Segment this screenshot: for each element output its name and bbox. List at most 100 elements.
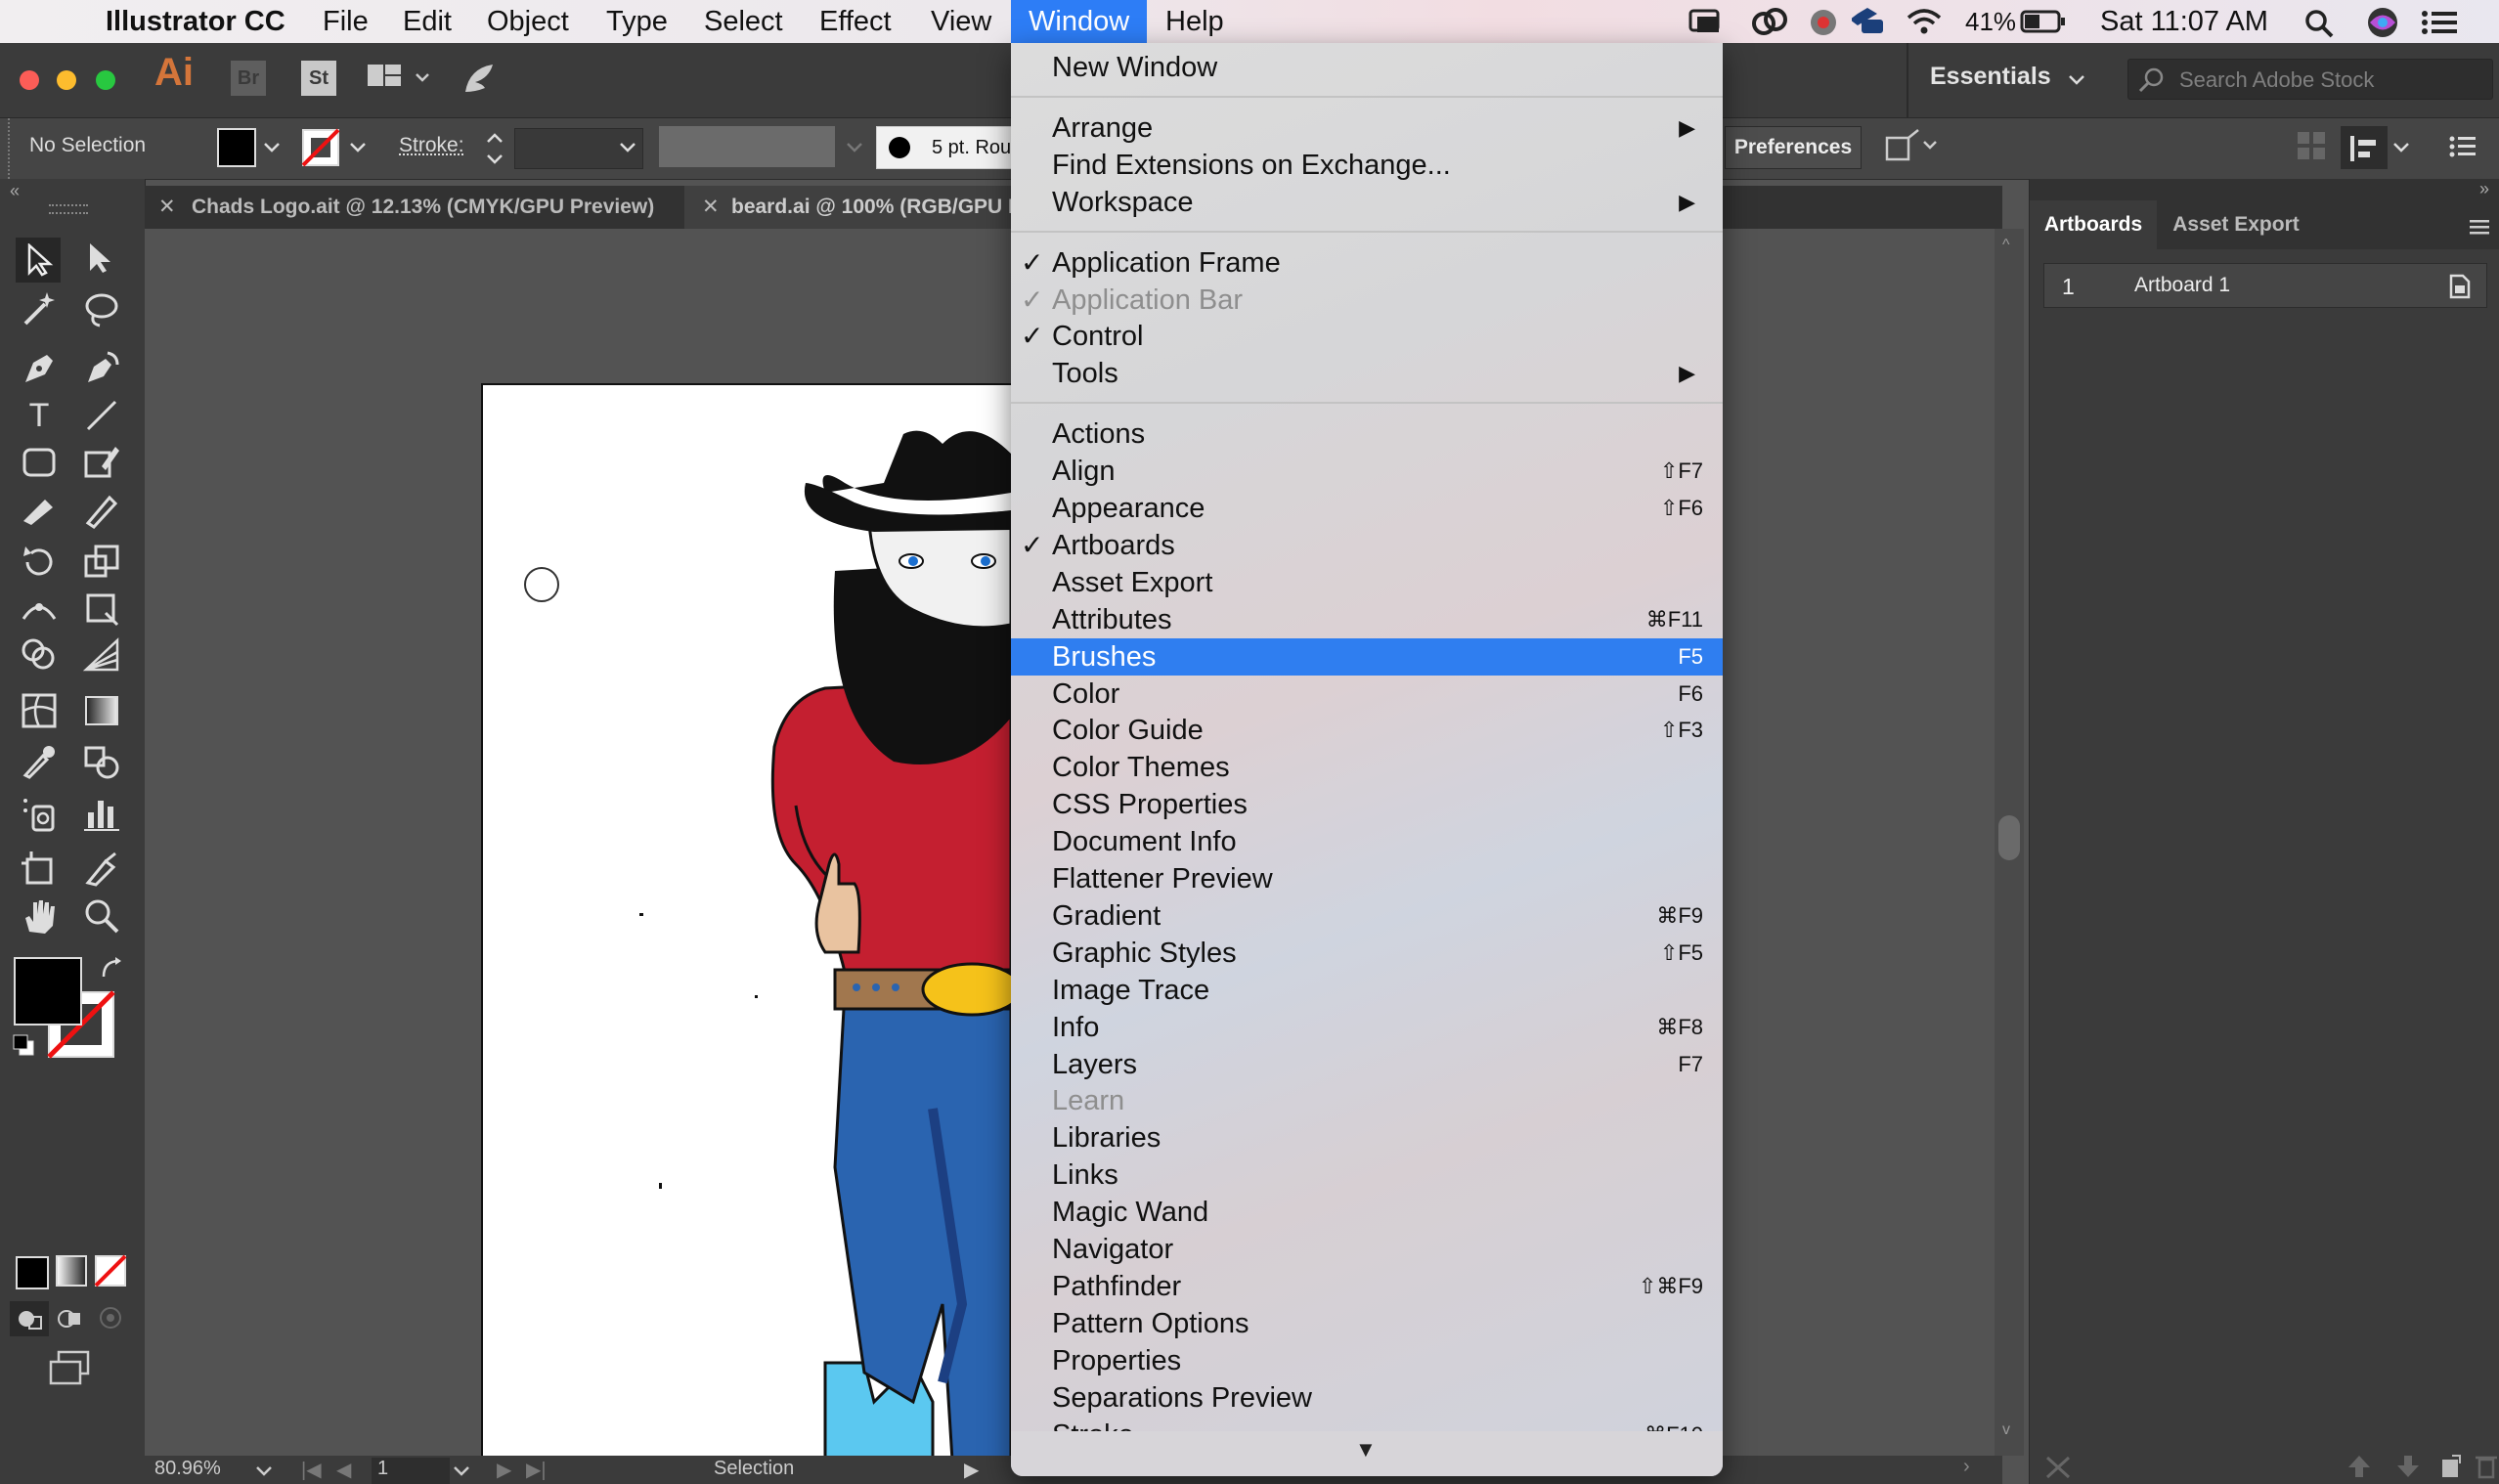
- curvature-tool-icon[interactable]: [82, 349, 121, 388]
- brush-definition[interactable]: 5 pt. Rou: [876, 126, 1025, 169]
- zoom-window-button[interactable]: [96, 70, 115, 90]
- menu-item-color-guide[interactable]: Color Guide ⇧F3: [1011, 712, 1723, 749]
- panel-grip[interactable]: [49, 204, 88, 214]
- menu-item-links[interactable]: Links: [1011, 1157, 1723, 1194]
- app-name[interactable]: Illustrator CC: [106, 0, 285, 43]
- column-graph-icon[interactable]: [82, 795, 121, 834]
- next-artboard-icon[interactable]: ▶: [497, 1458, 511, 1482]
- menu-item-tools[interactable]: Tools ▶: [1011, 355, 1723, 392]
- menu-type[interactable]: Type: [606, 0, 668, 43]
- chevron-down-icon[interactable]: [2391, 138, 2411, 157]
- width-tool-icon[interactable]: [20, 589, 59, 629]
- spotlight-search-icon[interactable]: [2303, 8, 2335, 39]
- stroke-weight-stepper[interactable]: [483, 126, 506, 171]
- menu-view[interactable]: View: [931, 0, 991, 43]
- menu-scroll-area[interactable]: ▼: [1011, 1431, 1723, 1476]
- stroke-label[interactable]: Stroke:: [399, 134, 464, 157]
- rectangle-tool-icon[interactable]: [20, 443, 59, 482]
- magic-wand-icon[interactable]: [20, 290, 59, 329]
- menu-select[interactable]: Select: [704, 0, 783, 43]
- notification-center-icon[interactable]: [2421, 10, 2460, 35]
- scroll-right-icon[interactable]: ›: [1963, 1456, 1970, 1478]
- tab-artboards[interactable]: Artboards: [2030, 200, 2157, 249]
- zoom-level[interactable]: 80.96%: [154, 1458, 221, 1480]
- creative-cloud-icon[interactable]: [1750, 6, 1789, 37]
- delete-artboard-icon[interactable]: [2474, 1454, 2499, 1479]
- menu-item-navigator[interactable]: Navigator: [1011, 1231, 1723, 1268]
- last-artboard-icon[interactable]: ▶|: [526, 1458, 547, 1482]
- feather-sync-icon[interactable]: [460, 59, 499, 98]
- mesh-tool-icon[interactable]: [20, 691, 59, 730]
- chevron-down-icon[interactable]: [348, 138, 368, 157]
- draw-inside-icon[interactable]: [96, 1303, 125, 1332]
- direct-selection-icon[interactable]: [84, 241, 119, 279]
- artboard-options-icon[interactable]: [2445, 272, 2475, 301]
- variable-width-profile[interactable]: [659, 126, 835, 167]
- chevron-down-icon[interactable]: [452, 1462, 471, 1481]
- selection-tool[interactable]: [16, 238, 61, 283]
- menu-effect[interactable]: Effect: [819, 0, 892, 43]
- tab-chads-logo[interactable]: ✕ Chads Logo.ait @ 12.13% (CMYK/GPU Prev…: [145, 186, 685, 229]
- rotate-tool-icon[interactable]: [20, 543, 59, 582]
- transform-icon[interactable]: [1881, 128, 1940, 167]
- perspective-grid-icon[interactable]: [82, 636, 121, 676]
- menu-item-pattern-options[interactable]: Pattern Options: [1011, 1305, 1723, 1342]
- stock-button[interactable]: St: [301, 61, 336, 96]
- menu-edit[interactable]: Edit: [403, 0, 452, 43]
- blend-tool-icon[interactable]: [82, 742, 121, 781]
- scrollbar-thumb[interactable]: [1998, 815, 2020, 860]
- menu-item-control[interactable]: ✓ Control: [1011, 318, 1723, 355]
- menu-item-actions[interactable]: Actions: [1011, 415, 1723, 453]
- first-artboard-icon[interactable]: |◀: [301, 1458, 322, 1482]
- zoom-tool-icon[interactable]: [82, 896, 121, 936]
- close-tab-icon[interactable]: ✕: [158, 186, 176, 229]
- align-toggle-button[interactable]: [2341, 126, 2388, 169]
- chevron-down-icon[interactable]: [254, 1462, 274, 1481]
- new-artboard-icon[interactable]: [2438, 1454, 2464, 1479]
- menu-help[interactable]: Help: [1165, 0, 1224, 43]
- chevron-down-icon[interactable]: [845, 138, 864, 157]
- menu-item-document-info[interactable]: Document Info: [1011, 823, 1723, 860]
- menu-item-magic-wand[interactable]: Magic Wand: [1011, 1194, 1723, 1231]
- align-grid-icon[interactable]: [2296, 130, 2329, 163]
- clock[interactable]: Sat 11:07 AM: [2100, 0, 2268, 43]
- menu-file[interactable]: File: [323, 0, 369, 43]
- symbol-sprayer-icon[interactable]: [20, 795, 63, 834]
- minimize-window-button[interactable]: [57, 70, 76, 90]
- eyedropper-icon[interactable]: [20, 742, 59, 781]
- list-item[interactable]: 1 Artboard 1: [2043, 263, 2487, 308]
- menu-item-arrange[interactable]: Arrange ▶: [1011, 109, 1723, 147]
- close-window-button[interactable]: [20, 70, 39, 90]
- artboard-name[interactable]: Artboard 1: [2134, 274, 2230, 297]
- swap-fill-stroke-icon[interactable]: [98, 955, 125, 982]
- menu-item-align[interactable]: Align ⇧F7: [1011, 453, 1723, 490]
- chevron-down-icon[interactable]: [618, 138, 637, 157]
- shaper-tool-icon[interactable]: [20, 490, 59, 529]
- lasso-icon[interactable]: [82, 290, 121, 329]
- menu-item-workspace[interactable]: Workspace ▶: [1011, 184, 1723, 221]
- paintbrush-icon[interactable]: [82, 443, 121, 482]
- menu-item-css-properties[interactable]: CSS Properties: [1011, 786, 1723, 823]
- draw-normal-button[interactable]: [10, 1301, 49, 1336]
- workspace-switcher[interactable]: Essentials: [1930, 63, 2051, 91]
- siri-icon[interactable]: [2366, 6, 2399, 39]
- menu-item-application-frame[interactable]: ✓ Application Frame: [1011, 244, 1723, 282]
- move-down-icon[interactable]: [2395, 1454, 2421, 1479]
- draw-behind-icon[interactable]: [55, 1303, 84, 1332]
- pen-tool-icon[interactable]: [20, 349, 59, 388]
- scroll-up-icon[interactable]: ^: [2002, 237, 2010, 254]
- rearrange-icon[interactable]: [2043, 1454, 2073, 1481]
- menu-item-appearance[interactable]: Appearance ⇧F6: [1011, 490, 1723, 527]
- shape-builder-icon[interactable]: [20, 636, 59, 676]
- menu-item-separations-preview[interactable]: Separations Preview: [1011, 1379, 1723, 1417]
- status-menu-icon[interactable]: ▶: [964, 1458, 979, 1482]
- fill-color-swatch[interactable]: [14, 957, 82, 1026]
- panel-grip[interactable]: [8, 118, 14, 179]
- menu-item-gradient[interactable]: Gradient ⌘F9: [1011, 897, 1723, 935]
- free-transform-icon[interactable]: [82, 589, 121, 629]
- artboard[interactable]: [481, 383, 1013, 1462]
- menu-item-image-trace[interactable]: Image Trace: [1011, 972, 1723, 1009]
- screen-mode-icon[interactable]: [47, 1348, 94, 1387]
- color-mode-button[interactable]: [16, 1256, 49, 1289]
- menu-item-libraries[interactable]: Libraries: [1011, 1119, 1723, 1157]
